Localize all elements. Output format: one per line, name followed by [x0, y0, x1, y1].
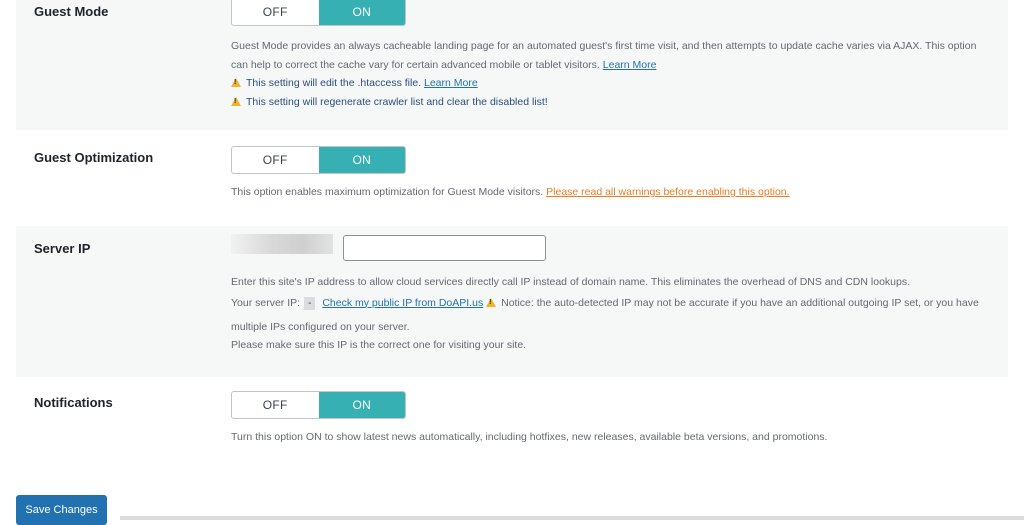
notifications-toggle[interactable]: OFF ON [231, 391, 406, 419]
guest-optimization-label: Guest Optimization [34, 150, 154, 165]
guest-mode-off-option[interactable]: OFF [232, 0, 319, 25]
guest-optimization-off-option[interactable]: OFF [232, 147, 319, 173]
warning-icon [486, 297, 497, 307]
server-ip-input[interactable] [343, 235, 546, 261]
check-public-ip-link[interactable]: Check my public IP from DoAPI.us [322, 297, 483, 309]
server-ip-desc-line4: Please make sure this IP is the correct … [231, 339, 527, 351]
guest-optimization-on-option[interactable]: ON [318, 147, 405, 173]
notifications-label: Notifications [34, 395, 113, 410]
server-ip-description: Enter this site's IP address to allow cl… [231, 273, 1001, 355]
guest-optimization-desc: This option enables maximum optimization… [231, 186, 544, 198]
server-ip-row: Server IP Enter this site's IP address t… [16, 226, 1008, 377]
guest-mode-warning-crawler: This setting will regenerate crawler lis… [246, 95, 548, 108]
server-ip-desc-line1: Enter this site's IP address to allow cl… [231, 276, 911, 288]
guest-optimization-toggle[interactable]: OFF ON [231, 146, 406, 174]
notifications-on-option[interactable]: ON [318, 392, 405, 418]
guest-mode-warning-htaccess: This setting will edit the .htaccess fil… [246, 77, 422, 89]
guest-mode-desc-line1: Guest Mode provides an always cacheable … [231, 40, 977, 52]
server-ip-notice: Notice: the auto-detected IP may not be … [501, 296, 979, 309]
guest-optimization-warning-link[interactable]: Please read all warnings before enabling… [546, 186, 789, 198]
notifications-desc: Turn this option ON to show latest news … [231, 431, 828, 443]
guest-mode-desc-line2: can help to correct the cache vary for c… [231, 58, 600, 71]
warning-icon [231, 96, 241, 106]
server-ip-label: Server IP [34, 241, 91, 256]
guest-mode-on-option[interactable]: ON [318, 0, 405, 25]
server-ip-redacted-block [231, 234, 333, 254]
warning-icon [231, 78, 241, 87]
guest-optimization-row: Guest Optimization OFF ON This option en… [16, 130, 1008, 226]
bottom-divider [120, 516, 1024, 520]
your-server-ip-label: Your server IP: [231, 296, 301, 309]
detected-ip-value: - [304, 296, 316, 310]
notifications-row: Notifications OFF ON Turn this option ON… [16, 377, 1008, 467]
guest-mode-learn-more-link[interactable]: Learn More [603, 59, 657, 71]
guest-mode-label: Guest Mode [34, 4, 109, 19]
guest-mode-toggle[interactable]: OFF ON [231, 0, 406, 26]
server-ip-desc-line3: multiple IPs configured on your server. [231, 320, 410, 333]
save-changes-button[interactable]: Save Changes [16, 495, 107, 525]
guest-mode-row: Guest Mode OFF ON Guest Mode provides an… [16, 0, 1008, 130]
guest-optimization-description: This option enables maximum optimization… [231, 183, 1001, 202]
guest-mode-description: Guest Mode provides an always cacheable … [231, 37, 1001, 111]
notifications-description: Turn this option ON to show latest news … [231, 428, 1001, 447]
htaccess-learn-more-link[interactable]: Learn More [424, 77, 478, 89]
notifications-off-option[interactable]: OFF [232, 392, 319, 418]
